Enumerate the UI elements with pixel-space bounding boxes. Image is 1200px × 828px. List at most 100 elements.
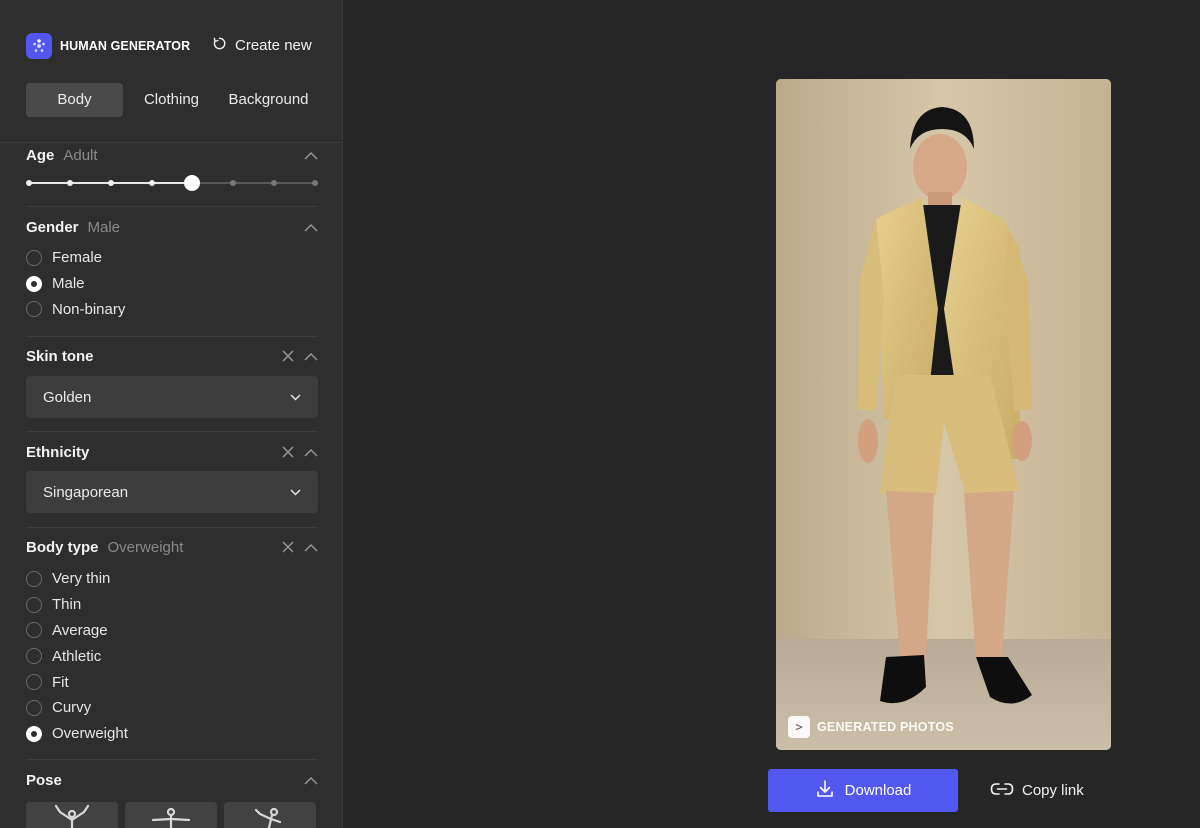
radio-button[interactable] <box>26 622 42 639</box>
radio-button[interactable] <box>26 301 42 318</box>
age-title: Age <box>26 146 55 164</box>
body-type-option-fit[interactable]: Fit <box>26 669 128 695</box>
gender-value: Male <box>87 218 121 236</box>
generated-photos-logo-icon: > <box>788 716 810 738</box>
chevron-up-icon[interactable] <box>304 352 318 361</box>
pose-figure-icon <box>54 804 90 828</box>
refresh-icon <box>212 36 235 55</box>
body-type-option-curvy[interactable]: Curvy <box>26 695 128 721</box>
radio-button[interactable] <box>26 570 42 587</box>
age-slider-step[interactable] <box>230 180 237 186</box>
tabs-divider <box>0 142 342 143</box>
radio-label: Average <box>52 621 108 639</box>
watermark-text: GENERATED PHOTOS <box>817 720 954 734</box>
pose-option[interactable] <box>224 802 316 828</box>
skin-tone-selected: Golden <box>43 388 92 406</box>
chevron-up-icon[interactable] <box>304 543 318 552</box>
download-button[interactable]: Download <box>768 769 958 812</box>
age-slider-step[interactable] <box>271 180 278 186</box>
radio-button-checked[interactable] <box>26 275 42 292</box>
age-value: Adult <box>63 146 98 164</box>
radio-button[interactable] <box>26 249 42 266</box>
body-type-value: Overweight <box>107 538 184 556</box>
ethnicity-section-header: Ethnicity <box>26 442 318 462</box>
create-new-button[interactable]: Create new <box>212 36 312 55</box>
radio-label: Very thin <box>52 570 111 588</box>
gender-option-female[interactable]: Female <box>26 245 125 271</box>
divider <box>26 206 318 207</box>
skin-tone-select[interactable]: Golden <box>26 376 318 418</box>
divider <box>26 759 318 760</box>
radio-button-checked[interactable] <box>26 725 42 742</box>
body-type-section-header: Body type Overweight <box>26 537 318 557</box>
body-type-option-very-thin[interactable]: Very thin <box>26 566 128 592</box>
close-icon[interactable] <box>282 446 294 458</box>
radio-label: Thin <box>52 596 82 614</box>
human-generator-logo-icon <box>26 33 52 59</box>
age-slider[interactable] <box>26 175 318 191</box>
chevron-up-icon[interactable] <box>304 223 318 232</box>
generated-person-image <box>776 79 1111 750</box>
gender-option-non-binary[interactable]: Non-binary <box>26 297 125 323</box>
ethnicity-title: Ethnicity <box>26 443 90 461</box>
pose-option[interactable] <box>26 802 118 828</box>
ethnicity-select[interactable]: Singaporean <box>26 471 318 513</box>
divider <box>26 336 318 337</box>
chevron-up-icon[interactable] <box>304 151 318 160</box>
create-new-label: Create new <box>235 37 312 54</box>
copy-link-button[interactable]: Copy link <box>990 769 1084 812</box>
radio-button[interactable] <box>26 699 42 716</box>
radio-label: Male <box>52 275 85 293</box>
brand-name: HUMAN GENERATOR <box>60 39 191 53</box>
pose-section-header: Pose <box>26 770 318 790</box>
skin-tone-title: Skin tone <box>26 347 94 365</box>
gender-section-header: Gender Male <box>26 217 318 237</box>
radio-button[interactable] <box>26 648 42 665</box>
tab-background[interactable]: Background <box>220 83 317 117</box>
body-type-options: Very thin Thin Average Athletic Fit Curv… <box>26 566 128 747</box>
body-type-option-thin[interactable]: Thin <box>26 592 128 618</box>
radio-label: Overweight <box>52 725 128 743</box>
body-type-option-average[interactable]: Average <box>26 618 128 644</box>
download-icon <box>815 779 845 803</box>
radio-label: Female <box>52 249 103 267</box>
chevron-up-icon[interactable] <box>304 448 318 457</box>
radio-label: Non-binary <box>52 300 126 318</box>
chevron-down-icon <box>290 488 301 496</box>
tab-bar: Body Clothing Background <box>26 83 317 117</box>
body-type-option-overweight[interactable]: Overweight <box>26 721 128 747</box>
radio-label: Curvy <box>52 699 92 717</box>
pose-title: Pose <box>26 771 62 789</box>
age-slider-step[interactable] <box>107 180 114 186</box>
close-icon[interactable] <box>282 350 294 362</box>
gender-option-male[interactable]: Male <box>26 271 125 297</box>
ethnicity-selected: Singaporean <box>43 483 129 501</box>
close-icon[interactable] <box>282 541 294 553</box>
age-slider-thumb[interactable] <box>184 175 201 191</box>
age-section-header: Age Adult <box>26 145 318 165</box>
chevron-up-icon[interactable] <box>304 776 318 785</box>
radio-label: Athletic <box>52 647 102 665</box>
age-slider-step[interactable] <box>148 180 155 186</box>
download-label: Download <box>844 782 912 799</box>
age-slider-step[interactable] <box>66 180 73 186</box>
generated-photo: > GENERATED PHOTOS <box>776 79 1111 750</box>
tab-clothing[interactable]: Clothing <box>123 83 220 117</box>
radio-button[interactable] <box>26 674 42 691</box>
body-type-option-athletic[interactable]: Athletic <box>26 643 128 669</box>
skin-tone-section-header: Skin tone <box>26 346 318 366</box>
link-icon <box>990 782 1022 800</box>
radio-button[interactable] <box>26 596 42 613</box>
divider <box>26 431 318 432</box>
brand[interactable]: HUMAN GENERATOR <box>26 33 190 59</box>
pose-option[interactable] <box>125 802 217 828</box>
pose-figure-icon <box>151 807 191 828</box>
gender-title: Gender <box>26 218 79 236</box>
body-type-title: Body type <box>26 538 99 556</box>
tab-body[interactable]: Body <box>26 83 123 117</box>
chevron-down-icon <box>290 393 301 401</box>
radio-label: Fit <box>52 673 69 691</box>
age-slider-step[interactable] <box>26 180 32 186</box>
age-slider-step[interactable] <box>312 180 318 186</box>
copy-link-label: Copy link <box>1022 782 1084 799</box>
